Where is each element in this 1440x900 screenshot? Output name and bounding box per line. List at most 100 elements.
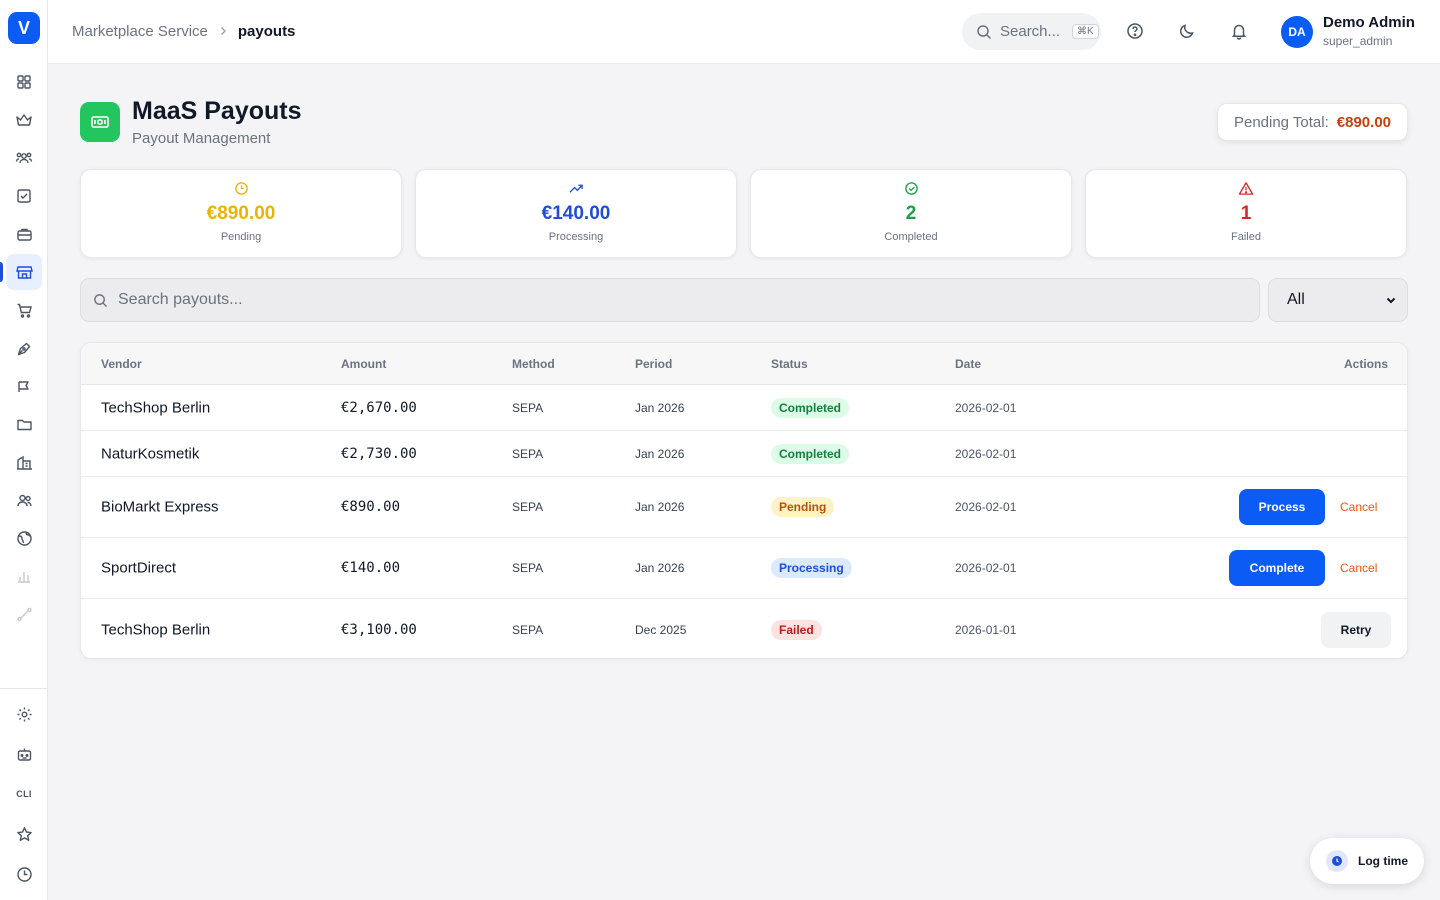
global-search-button[interactable]: Search... ⌘K xyxy=(962,13,1101,50)
trending-up-icon xyxy=(416,181,736,197)
payout-amount: €140.00 xyxy=(341,560,401,576)
sidebar-item-files[interactable] xyxy=(6,406,42,442)
check-circle-icon xyxy=(751,181,1071,197)
payout-period: Jan 2026 xyxy=(635,561,685,575)
process-button[interactable]: Process xyxy=(1239,489,1325,525)
help-button[interactable] xyxy=(1124,20,1146,42)
payout-search xyxy=(80,278,1260,322)
money-icon xyxy=(80,102,120,142)
page-title: MaaS Payouts xyxy=(132,97,302,125)
sidebar-item-dashboard[interactable] xyxy=(6,64,42,100)
crown-icon xyxy=(16,114,32,126)
sidebar-item-companies[interactable] xyxy=(6,444,42,480)
status-badge: Failed xyxy=(771,619,822,640)
cancel-button[interactable]: Cancel xyxy=(1340,500,1377,514)
pending-total-value: €890.00 xyxy=(1336,113,1392,131)
user-role: super_admin xyxy=(1323,34,1393,48)
notifications-button[interactable] xyxy=(1228,20,1250,42)
bar-chart-icon xyxy=(18,572,30,583)
sidebar-item-contacts[interactable] xyxy=(6,482,42,518)
column-header-vendor: Vendor xyxy=(101,357,142,371)
stat-label: Pending xyxy=(220,231,262,243)
breadcrumb: Marketplace Service payouts xyxy=(72,23,295,40)
sidebar-active-indicator xyxy=(0,262,3,282)
payout-date: 2026-01-01 xyxy=(955,622,1017,637)
vendor-name: TechShop Berlin xyxy=(101,621,211,638)
table-row: TechShop Berlin €2,670.00 SEPA Jan 2026 … xyxy=(81,385,1407,431)
search-icon xyxy=(94,293,108,307)
stat-value: €140.00 xyxy=(541,203,611,224)
retry-button[interactable]: Retry xyxy=(1321,611,1391,648)
status-cell: Completed xyxy=(771,397,850,418)
sidebar-item-analytics[interactable] xyxy=(6,558,42,594)
column-header-actions: Actions xyxy=(1343,357,1388,371)
payout-method: SEPA xyxy=(512,500,544,514)
vendor-name: NaturKosmetik xyxy=(101,445,200,462)
payout-date: 2026-02-01 xyxy=(955,400,1017,415)
stat-label: Failed xyxy=(1231,231,1261,243)
star-icon xyxy=(16,826,32,841)
cancel-button[interactable]: Cancel xyxy=(1340,561,1377,575)
timer-icon xyxy=(1326,850,1348,872)
payout-amount: €890.00 xyxy=(341,499,401,515)
payout-amount: €2,670.00 xyxy=(341,399,417,416)
pending-total-badge: Pending Total: €890.00 xyxy=(1217,103,1408,141)
globe-icon xyxy=(16,530,32,546)
vendor-name: TechShop Berlin xyxy=(101,399,211,416)
sidebar-item-campaigns[interactable] xyxy=(6,368,42,404)
chevron-right-icon xyxy=(218,25,228,39)
global-search-placeholder: Search... xyxy=(1000,23,1061,40)
pen-nib-icon xyxy=(17,342,30,355)
status-filter-select[interactable]: All xyxy=(1268,278,1408,322)
storefront-icon xyxy=(15,265,33,279)
sidebar-item-marketplace[interactable] xyxy=(6,254,42,290)
payout-period: Dec 2025 xyxy=(635,622,687,637)
sidebar-item-orders[interactable] xyxy=(6,292,42,328)
search-input[interactable] xyxy=(118,291,1218,309)
stat-label: Processing xyxy=(548,231,604,243)
theme-toggle-button[interactable] xyxy=(1176,20,1198,42)
column-header-date: Date xyxy=(955,357,982,371)
people-icon xyxy=(16,494,32,506)
megaphone-icon xyxy=(17,380,29,392)
sidebar-divider xyxy=(0,688,48,689)
table-row: NaturKosmetik €2,730.00 SEPA Jan 2026 Co… xyxy=(81,431,1407,477)
sidebar-item-settings[interactable] xyxy=(6,696,42,732)
app-logo[interactable]: V xyxy=(8,12,40,44)
sidebar-item-bots[interactable] xyxy=(6,736,42,772)
complete-button[interactable]: Complete xyxy=(1229,550,1325,586)
dashboard-grid-icon xyxy=(17,75,31,89)
avatar[interactable]: DA xyxy=(1281,16,1313,48)
breadcrumb-parent[interactable]: Marketplace Service xyxy=(72,23,208,40)
vendor-name: SportDirect xyxy=(101,559,177,577)
sidebar-item-cli[interactable]: CLI xyxy=(6,776,42,812)
user-name[interactable]: Demo Admin xyxy=(1323,14,1415,31)
sidebar-item-teams[interactable] xyxy=(6,140,42,176)
stat-card-completed: 2 Completed xyxy=(750,169,1072,258)
payout-amount: €3,100.00 xyxy=(341,621,417,638)
payout-period: Jan 2026 xyxy=(635,500,685,514)
stat-value: 2 xyxy=(905,203,917,224)
sidebar-item-history[interactable] xyxy=(6,856,42,892)
bell-icon xyxy=(1231,24,1247,40)
chevron-down-icon xyxy=(1386,297,1396,304)
sidebar-item-routes[interactable] xyxy=(6,596,42,632)
folder-icon xyxy=(16,419,32,430)
sidebar-item-websites[interactable] xyxy=(6,520,42,556)
sidebar-item-tasks[interactable] xyxy=(6,178,42,214)
payout-date: 2026-02-01 xyxy=(955,561,1017,575)
status-cell: Processing xyxy=(771,558,852,578)
column-header-method: Method xyxy=(512,357,555,371)
log-time-button[interactable]: Log time xyxy=(1310,838,1424,884)
table-row: TechShop Berlin €3,100.00 SEPA Dec 2025 … xyxy=(81,599,1407,658)
sidebar-item-premium[interactable] xyxy=(6,102,42,138)
stat-card-processing: €140.00 Processing xyxy=(415,169,737,258)
sidebar-item-design[interactable] xyxy=(6,330,42,366)
app-logo-letter: V xyxy=(17,17,30,38)
payout-amount: €2,730.00 xyxy=(341,445,417,462)
log-time-label: Log time xyxy=(1358,854,1408,868)
sidebar-item-services[interactable] xyxy=(6,216,42,252)
status-badge: Processing xyxy=(771,558,852,578)
sidebar-item-favorites[interactable] xyxy=(6,816,42,852)
buildings-icon xyxy=(16,455,32,470)
